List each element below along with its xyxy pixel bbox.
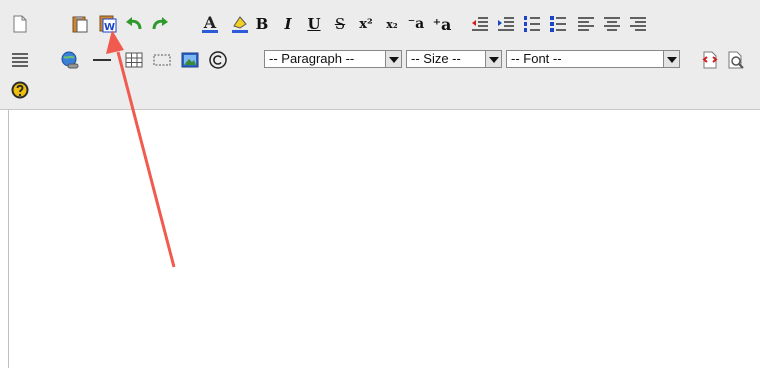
size-select-value: -- Size --	[411, 51, 461, 66]
new-document-icon[interactable]	[8, 12, 32, 36]
source-code-icon[interactable]	[698, 48, 722, 72]
chevron-down-icon	[385, 51, 401, 67]
superscript-button[interactable]: x²	[354, 12, 378, 36]
align-center-icon[interactable]	[600, 12, 624, 36]
horizontal-rule-icon[interactable]	[90, 48, 114, 72]
paragraph-select-value: -- Paragraph --	[269, 51, 355, 66]
undo-icon[interactable]	[122, 12, 146, 36]
subscript-button[interactable]: x₂	[380, 12, 404, 36]
paragraph-select[interactable]: -- Paragraph --	[264, 50, 402, 68]
editor-toolbar: W A B I U S x² x₂ ⁻a ⁺a -- Paragraph -- …	[0, 0, 760, 110]
svg-text:A: A	[203, 14, 217, 32]
outdent-icon[interactable]	[468, 12, 492, 36]
chevron-down-icon	[663, 51, 679, 67]
font-select[interactable]: -- Font --	[506, 50, 680, 68]
redo-icon[interactable]	[148, 12, 172, 36]
insert-table-icon[interactable]	[122, 48, 146, 72]
insert-frame-icon[interactable]	[150, 48, 174, 72]
font-select-value: -- Font --	[511, 51, 562, 66]
ordered-list-icon[interactable]	[520, 12, 544, 36]
strikethrough-button[interactable]: S	[328, 12, 352, 36]
svg-text:W: W	[104, 22, 115, 33]
bold-button[interactable]: B	[250, 12, 274, 36]
text-color-icon[interactable]: A	[198, 12, 222, 36]
decrease-font-size-button[interactable]: ⁻a	[404, 12, 428, 36]
underline-button[interactable]: U	[302, 12, 326, 36]
chevron-down-icon	[485, 51, 501, 67]
indent-icon[interactable]	[494, 12, 518, 36]
justify-icon[interactable]	[8, 48, 32, 72]
size-select[interactable]: -- Size --	[406, 50, 502, 68]
special-character-icon[interactable]	[206, 48, 230, 72]
help-icon[interactable]	[8, 78, 32, 102]
insert-link-icon[interactable]	[58, 48, 82, 72]
insert-image-icon[interactable]	[178, 48, 202, 72]
preview-icon[interactable]	[724, 48, 748, 72]
align-right-icon[interactable]	[626, 12, 650, 36]
highlight-color-icon[interactable]	[228, 12, 252, 36]
align-left-icon[interactable]	[574, 12, 598, 36]
italic-button[interactable]: I	[276, 12, 300, 36]
unordered-list-icon[interactable]	[546, 12, 570, 36]
paste-from-word-icon[interactable]: W	[96, 12, 120, 36]
paste-icon[interactable]	[68, 12, 92, 36]
editor-content-area[interactable]	[8, 110, 760, 368]
increase-font-size-button[interactable]: ⁺a	[430, 12, 454, 36]
